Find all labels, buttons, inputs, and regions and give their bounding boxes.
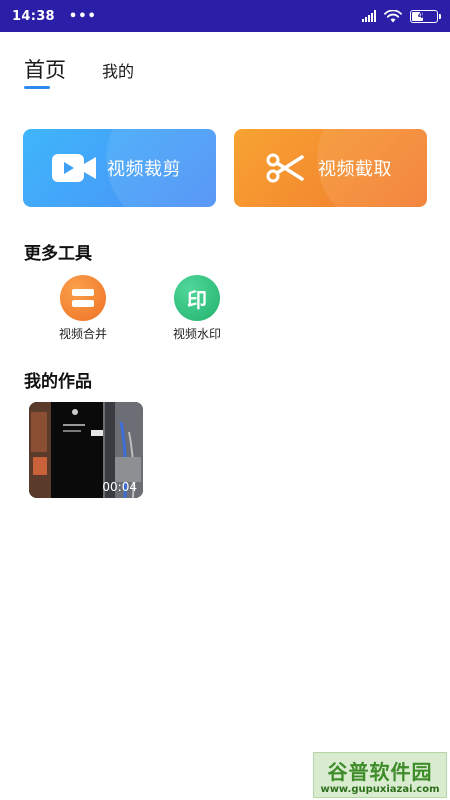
tab-mine[interactable]: 我的 [102, 58, 134, 84]
work-video-thumbnail[interactable]: 00:04 [29, 402, 143, 498]
video-camera-icon [51, 151, 97, 185]
wifi-icon [384, 9, 402, 22]
video-trim-card[interactable]: 视频截取 [234, 129, 427, 207]
more-tools-title: 更多工具 [24, 244, 92, 264]
watermark-icon: 印 [174, 275, 220, 321]
video-merge-label: 视频合并 [58, 327, 107, 341]
signal-icon [362, 10, 376, 22]
video-duration: 00:04 [102, 480, 137, 494]
video-crop-card[interactable]: 视频裁剪 [23, 129, 216, 207]
my-works-title: 我的作品 [24, 372, 92, 392]
active-tab-indicator [24, 86, 50, 89]
watermark-url: www.gupuxiazai.com [320, 783, 440, 795]
battery-level: 47 [417, 11, 431, 21]
battery-icon: 47 [410, 9, 441, 23]
scissors-icon [262, 151, 308, 185]
merge-icon [60, 275, 106, 321]
video-crop-label: 视频裁剪 [107, 159, 181, 180]
tab-home[interactable]: 首页 [24, 54, 66, 84]
status-bar: 14:38 ••• 47 [0, 0, 450, 32]
watermark-icon-glyph: 印 [187, 287, 207, 312]
status-icons: 47 [362, 9, 441, 23]
site-watermark: 谷普软件园 www.gupuxiazai.com [313, 752, 447, 798]
video-watermark-tool[interactable]: 印 视频水印 [152, 275, 242, 342]
status-more-dots: ••• [68, 8, 97, 24]
video-watermark-label: 视频水印 [172, 327, 221, 341]
video-trim-label: 视频截取 [318, 159, 392, 180]
watermark-title: 谷普软件园 [327, 759, 433, 784]
video-merge-tool[interactable]: 视频合并 [38, 275, 128, 342]
top-tabs: 首页 我的 [24, 54, 134, 84]
status-time: 14:38 [12, 8, 55, 24]
